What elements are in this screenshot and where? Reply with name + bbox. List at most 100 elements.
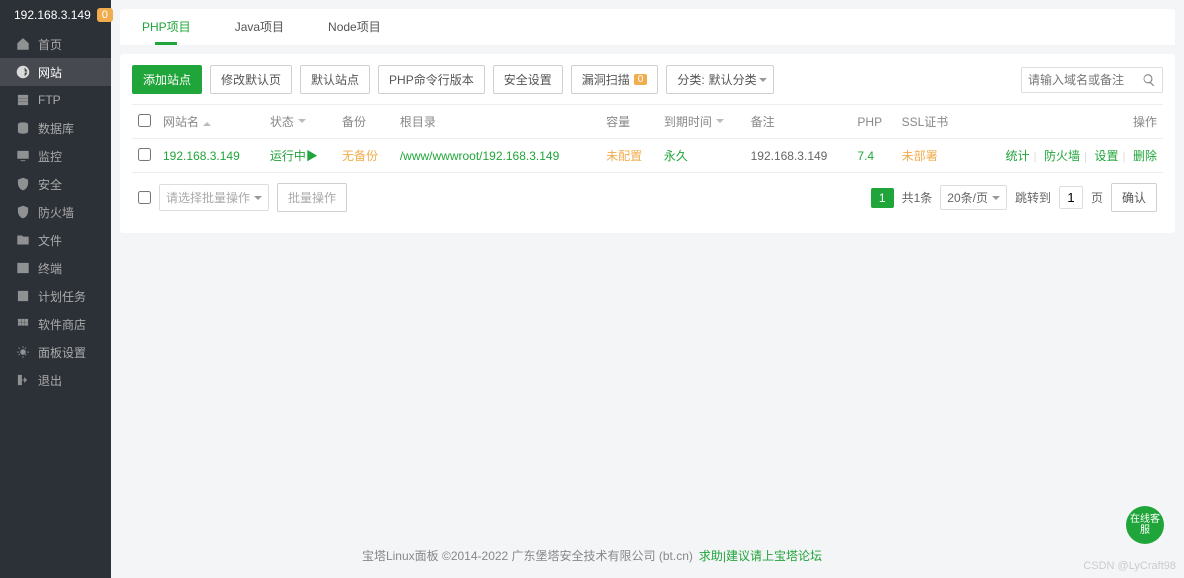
expire-value[interactable]: 永久 <box>664 149 688 163</box>
toolbar: 添加站点 修改默认页 默认站点 PHP命令行版本 安全设置 漏洞扫描 0 分类:… <box>132 65 1163 94</box>
col-php: PHP <box>851 105 895 139</box>
footer-help-link[interactable]: 求助|建议请上宝塔论坛 <box>699 547 822 564</box>
sidebar-item-folder[interactable]: 文件 <box>0 226 111 254</box>
ssl-value[interactable]: 未部署 <box>902 149 938 163</box>
monitor-icon <box>16 149 30 163</box>
sidebar-item-task[interactable]: 计划任务 <box>0 282 111 310</box>
sidebar-item-label: 首页 <box>38 36 62 53</box>
sidebar-item-label: 退出 <box>38 372 62 389</box>
pager-total: 共1条 <box>902 189 933 206</box>
settings-icon <box>16 345 30 359</box>
sidebar-item-ftp[interactable]: FTP <box>0 86 111 114</box>
sidebar-item-label: 文件 <box>38 232 62 249</box>
sidebar-item-monitor[interactable]: 监控 <box>0 142 111 170</box>
op-del[interactable]: 删除 <box>1133 149 1157 163</box>
sidebar-item-label: FTP <box>38 93 61 107</box>
col-expire[interactable]: 到期时间 <box>658 105 745 139</box>
search-input[interactable] <box>1022 69 1136 91</box>
modify-default-button[interactable]: 修改默认页 <box>210 65 292 94</box>
root-link[interactable]: /www/wwwroot/192.168.3.149 <box>400 149 559 163</box>
sidebar-item-label: 计划任务 <box>38 288 86 305</box>
col-ops: 操作 <box>966 105 1163 139</box>
remark-value[interactable]: 192.168.3.149 <box>751 149 828 163</box>
php-cli-button[interactable]: PHP命令行版本 <box>378 65 485 94</box>
category-value: 默认分类 <box>709 71 757 88</box>
capacity-value[interactable]: 未配置 <box>606 149 642 163</box>
home-icon <box>16 37 30 51</box>
batch-exec-button[interactable]: 批量操作 <box>277 183 347 212</box>
jump-confirm-button[interactable]: 确认 <box>1111 183 1157 212</box>
tabs: PHP项目Java项目Node项目 <box>120 9 1175 45</box>
main: PHP项目Java项目Node项目 添加站点 修改默认页 默认站点 PHP命令行… <box>111 0 1184 578</box>
op-waf[interactable]: 防火墙 <box>1044 149 1080 163</box>
firewall-icon <box>16 205 30 219</box>
add-site-button[interactable]: 添加站点 <box>132 65 202 94</box>
per-page-select[interactable]: 20条/页 <box>940 185 1007 210</box>
category-prefix: 分类: <box>677 71 704 88</box>
vuln-scan-badge: 0 <box>634 74 648 85</box>
op-set[interactable]: 设置 <box>1095 149 1119 163</box>
site-name-link[interactable]: 192.168.3.149 <box>163 149 240 163</box>
sidebar-item-logout[interactable]: 退出 <box>0 366 111 394</box>
col-capacity: 容量 <box>600 105 658 139</box>
sidebar-header: 192.168.3.149 0 <box>0 0 111 30</box>
globe-icon <box>16 65 30 79</box>
sidebar-item-store[interactable]: 软件商店 <box>0 310 111 338</box>
sidebar-item-label: 软件商店 <box>38 316 86 333</box>
pager: 1 共1条 20条/页 跳转到 页 确认 <box>871 183 1157 212</box>
php-value[interactable]: 7.4 <box>857 149 874 163</box>
search-button[interactable] <box>1136 73 1162 87</box>
shield-icon <box>16 177 30 191</box>
tab-0[interactable]: PHP项目 <box>120 9 213 45</box>
logout-icon <box>16 373 30 387</box>
sidebar-item-label: 监控 <box>38 148 62 165</box>
sidebar-item-label: 面板设置 <box>38 344 86 361</box>
col-remark: 备注 <box>745 105 852 139</box>
batch-checkbox[interactable] <box>138 191 151 204</box>
online-support-fab[interactable]: 在线客服 <box>1126 506 1164 544</box>
sidebar-item-terminal[interactable]: 终端 <box>0 254 111 282</box>
tab-1[interactable]: Java项目 <box>213 9 306 45</box>
batch-row: 请选择批量操作 批量操作 1 共1条 20条/页 跳转到 页 确认 <box>132 173 1163 222</box>
row-checkbox[interactable] <box>138 148 151 161</box>
batch-select[interactable]: 请选择批量操作 <box>159 184 269 211</box>
backup-value[interactable]: 无备份 <box>342 149 378 163</box>
sidebar-item-label: 安全 <box>38 176 62 193</box>
select-all-checkbox[interactable] <box>138 114 151 127</box>
page-suffix: 页 <box>1091 189 1103 206</box>
sidebar-item-firewall[interactable]: 防火墙 <box>0 198 111 226</box>
footer: 宝塔Linux面板 ©2014-2022 广东堡塔安全技术有限公司 (bt.cn… <box>362 547 822 564</box>
jump-input[interactable] <box>1059 186 1083 209</box>
search-icon <box>1142 73 1156 87</box>
col-status[interactable]: 状态 <box>264 105 336 139</box>
category-dropdown[interactable]: 分类: 默认分类 <box>666 65 773 94</box>
sidebar-item-label: 网站 <box>38 64 62 81</box>
sidebar: 192.168.3.149 0 首页网站 FTP 数据库监控安全防火墙文件终端计划任… <box>0 0 111 578</box>
task-icon <box>16 289 30 303</box>
jump-label: 跳转到 <box>1015 189 1051 206</box>
security-button[interactable]: 安全设置 <box>493 65 563 94</box>
sidebar-item-label: 防火墙 <box>38 204 74 221</box>
sidebar-item-shield[interactable]: 安全 <box>0 170 111 198</box>
search-box <box>1021 67 1163 93</box>
op-stat[interactable]: 统计 <box>1006 149 1030 163</box>
site-table: 网站名 状态 备份 根目录 容量 到期时间 备注 PHP SSL证书 操作 19… <box>132 104 1163 173</box>
sidebar-item-label: 终端 <box>38 260 62 277</box>
col-root: 根目录 <box>394 105 600 139</box>
sidebar-item-globe[interactable]: 网站 <box>0 58 111 86</box>
sidebar-item-home[interactable]: 首页 <box>0 30 111 58</box>
default-site-button[interactable]: 默认站点 <box>300 65 370 94</box>
footer-text: 宝塔Linux面板 ©2014-2022 广东堡塔安全技术有限公司 (bt.cn… <box>362 547 693 564</box>
col-ssl: SSL证书 <box>896 105 967 139</box>
table-row: 192.168.3.149 运行中▶ 无备份 /www/wwwroot/192.… <box>132 139 1163 173</box>
sidebar-item-settings[interactable]: 面板设置 <box>0 338 111 366</box>
page-current[interactable]: 1 <box>871 188 894 208</box>
status-value[interactable]: 运行中▶ <box>270 149 318 163</box>
col-backup: 备份 <box>336 105 394 139</box>
sidebar-item-database[interactable]: 数据库 <box>0 114 111 142</box>
vuln-scan-button[interactable]: 漏洞扫描 0 <box>571 65 659 94</box>
terminal-icon <box>16 261 30 275</box>
col-name[interactable]: 网站名 <box>157 105 264 139</box>
database-icon <box>16 121 30 135</box>
tab-2[interactable]: Node项目 <box>306 9 403 45</box>
